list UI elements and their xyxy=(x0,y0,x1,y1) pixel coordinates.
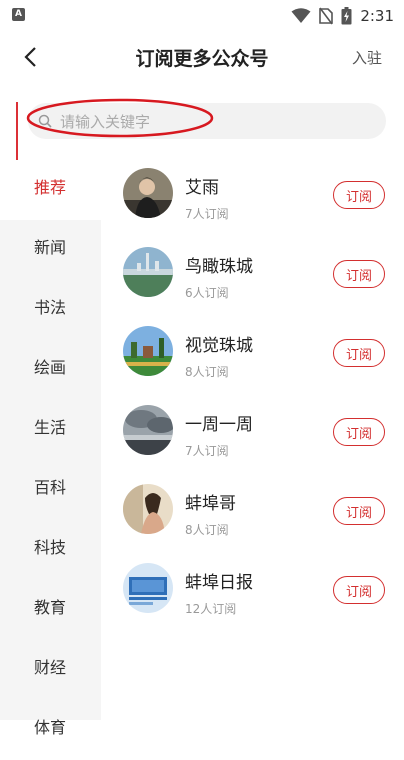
no-sim-icon xyxy=(319,7,334,25)
avatar xyxy=(123,326,173,376)
subscribe-button[interactable]: 订阅 xyxy=(333,418,385,446)
subscribe-button[interactable]: 订阅 xyxy=(333,576,385,604)
account-name: 鸟瞰珠城 xyxy=(185,257,253,277)
subscriber-count: 8人订阅 xyxy=(185,365,229,379)
avatar xyxy=(123,168,173,218)
category-item-news[interactable]: 新闻 xyxy=(0,220,101,280)
category-item-recommended[interactable]: 推荐 xyxy=(0,160,101,220)
search-bar[interactable] xyxy=(28,103,386,139)
status-bar: A 2:31 xyxy=(0,0,404,32)
account-row[interactable]: 蚌埠日报 12人订阅 订阅 xyxy=(101,552,404,631)
account-list: 艾雨 7人订阅 订阅 鸟瞰珠城 6人订阅 订阅 视觉珠城 8人订阅 订阅 一周一… xyxy=(101,157,404,631)
subscriber-count: 12人订阅 xyxy=(185,602,237,616)
account-row[interactable]: 视觉珠城 8人订阅 订阅 xyxy=(101,315,404,394)
category-item-painting[interactable]: 绘画 xyxy=(0,340,101,400)
account-row[interactable]: 一周一周 7人订阅 订阅 xyxy=(101,394,404,473)
battery-icon xyxy=(341,7,352,25)
notification-icon: A xyxy=(12,8,25,21)
header: 订阅更多公众号 入驻 xyxy=(0,32,404,82)
subscribe-button[interactable]: 订阅 xyxy=(333,260,385,288)
category-item-life[interactable]: 生活 xyxy=(0,400,101,460)
account-row[interactable]: 艾雨 7人订阅 订阅 xyxy=(101,157,404,236)
status-icons: 2:31 xyxy=(291,5,394,27)
subscriber-count: 8人订阅 xyxy=(185,523,229,537)
clock: 2:31 xyxy=(360,7,394,25)
subscribe-button[interactable]: 订阅 xyxy=(333,497,385,525)
category-sidebar: 推荐 新闻 书法 绘画 生活 百科 科技 教育 财经 体育 xyxy=(0,160,101,737)
avatar xyxy=(123,484,173,534)
subscriber-count: 7人订阅 xyxy=(185,207,229,221)
account-name: 视觉珠城 xyxy=(185,336,253,356)
avatar xyxy=(123,405,173,455)
category-item-education[interactable]: 教育 xyxy=(0,580,101,640)
search-icon xyxy=(38,114,52,128)
account-name: 蚌埠哥 xyxy=(185,494,236,514)
subscriber-count: 6人订阅 xyxy=(185,286,229,300)
avatar xyxy=(123,563,173,613)
account-name: 艾雨 xyxy=(185,178,219,198)
account-name: 一周一周 xyxy=(185,415,253,435)
subscriber-count: 7人订阅 xyxy=(185,444,229,458)
page-title: 订阅更多公众号 xyxy=(135,48,269,70)
category-item-calligraphy[interactable]: 书法 xyxy=(0,280,101,340)
account-row[interactable]: 蚌埠哥 8人订阅 订阅 xyxy=(101,473,404,552)
category-item-encyclopedia[interactable]: 百科 xyxy=(0,460,101,520)
join-button[interactable]: 入驻 xyxy=(352,47,382,68)
subscribe-button[interactable]: 订阅 xyxy=(333,339,385,367)
account-row[interactable]: 鸟瞰珠城 6人订阅 订阅 xyxy=(101,236,404,315)
search-input[interactable] xyxy=(58,111,362,133)
category-item-finance[interactable]: 财经 xyxy=(0,640,101,700)
category-item-tech[interactable]: 科技 xyxy=(0,520,101,580)
avatar xyxy=(123,247,173,297)
wifi-icon xyxy=(291,8,311,23)
subscribe-button[interactable]: 订阅 xyxy=(333,181,385,209)
category-item-sports[interactable]: 体育 xyxy=(0,700,101,760)
account-name: 蚌埠日报 xyxy=(185,573,253,593)
